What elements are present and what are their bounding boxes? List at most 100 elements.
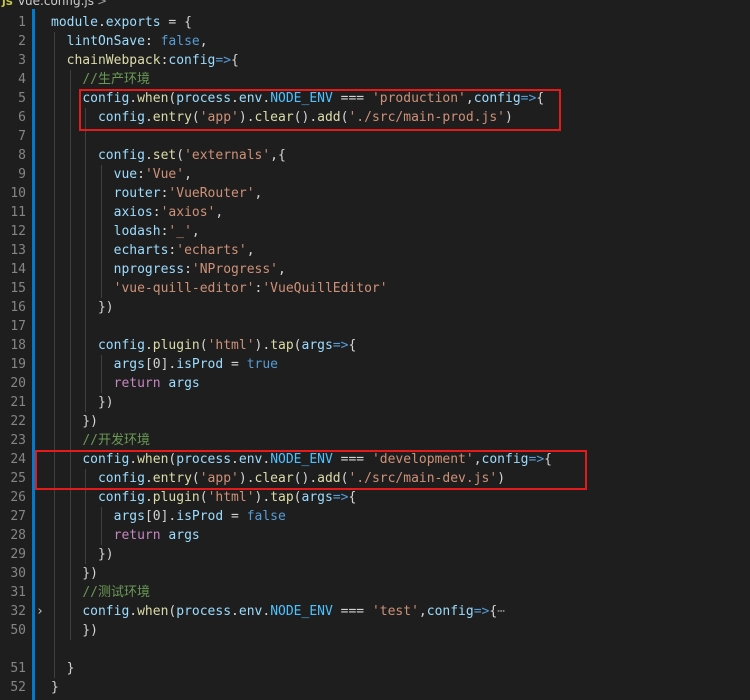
code-line[interactable]: 1 module.exports = { bbox=[0, 13, 750, 32]
line-code: chainWebpack:config=>{ bbox=[51, 51, 239, 70]
code-line[interactable]: 28 return args bbox=[0, 526, 750, 545]
code-line[interactable]: 27 args[0].isProd = false bbox=[0, 507, 750, 526]
line-number: 17 bbox=[10, 319, 26, 334]
code-token: process bbox=[176, 604, 232, 619]
code-token: return bbox=[113, 528, 161, 543]
code-token: : bbox=[184, 262, 192, 277]
code-token: when bbox=[137, 91, 169, 106]
code-token: = bbox=[223, 509, 247, 524]
line-number: 32 bbox=[10, 604, 26, 619]
tab-filename: vue.config.js bbox=[17, 0, 94, 8]
code-token: args bbox=[301, 490, 333, 505]
code-token: { bbox=[536, 91, 545, 106]
line-code: config.when(process.env.NODE_ENV === 'de… bbox=[51, 450, 552, 469]
code-token: === bbox=[332, 91, 372, 106]
code-token: 'axios' bbox=[160, 205, 216, 220]
line-code: }) bbox=[51, 545, 114, 564]
code-token: . bbox=[144, 471, 153, 486]
indent-guide bbox=[54, 32, 55, 678]
code-line[interactable]: 22 }) bbox=[0, 412, 750, 431]
code-line[interactable]: 29 }) bbox=[0, 545, 750, 564]
code-line[interactable]: 5 config.when(process.env.NODE_ENV === '… bbox=[0, 89, 750, 108]
code-token: clear bbox=[254, 110, 294, 125]
code-token: 'echarts' bbox=[176, 243, 247, 258]
code-line[interactable]: 14 nprogress:'NProgress', bbox=[0, 260, 750, 279]
code-token: config bbox=[426, 604, 474, 619]
code-token: 'Vue' bbox=[144, 167, 185, 182]
code-token: add bbox=[317, 110, 341, 125]
indent-guide bbox=[100, 507, 102, 545]
code-line[interactable]: 4 //生产环境 bbox=[0, 70, 750, 89]
code-token: ( bbox=[293, 338, 302, 353]
breadcrumb-chevron-icon: > bbox=[96, 0, 108, 8]
code-line[interactable]: 12 lodash:'_', bbox=[0, 222, 750, 241]
code-token: (). bbox=[293, 471, 318, 486]
code-line[interactable]: 21 }) bbox=[0, 393, 750, 412]
code-line[interactable]: 6 config.entry('app').clear().add('./src… bbox=[0, 108, 750, 127]
code-token: . bbox=[129, 91, 138, 106]
code-token: , bbox=[199, 34, 208, 49]
code-token: ). bbox=[238, 471, 255, 486]
code-token: 'NProgress' bbox=[191, 262, 278, 277]
code-line[interactable]: 8 config.set('externals',{ bbox=[0, 146, 750, 165]
code-line[interactable]: 10 router:'VueRouter', bbox=[0, 184, 750, 203]
code-line[interactable]: 18 config.plugin('html').tap(args=>{ bbox=[0, 336, 750, 355]
code-line[interactable]: 30 }) bbox=[0, 564, 750, 583]
line-code: config.plugin('html').tap(args=>{ bbox=[51, 488, 356, 507]
code-token: ) bbox=[497, 471, 506, 486]
code-token: 'development' bbox=[371, 452, 474, 467]
code-line[interactable]: 23 //开发环境 bbox=[0, 431, 750, 450]
code-line[interactable]: 17 bbox=[0, 317, 750, 336]
code-line[interactable] bbox=[0, 640, 750, 659]
code-line[interactable]: 50 }) bbox=[0, 621, 750, 640]
code-token: chainWebpack bbox=[66, 53, 161, 68]
code-line[interactable]: 24 config.when(process.env.NODE_ENV === … bbox=[0, 450, 750, 469]
code-line[interactable]: 11 axios:'axios', bbox=[0, 203, 750, 222]
code-line[interactable]: 31 //测试环境 bbox=[0, 583, 750, 602]
fold-chevron-icon[interactable]: › bbox=[36, 602, 46, 621]
code-token: , bbox=[465, 91, 474, 106]
code-token: === bbox=[332, 452, 372, 467]
code-line[interactable]: 51 } bbox=[0, 659, 750, 678]
code-token: 'html' bbox=[207, 490, 255, 505]
code-line[interactable]: 20 return args bbox=[0, 374, 750, 393]
code-token: isProd bbox=[176, 357, 224, 372]
line-number: 28 bbox=[10, 528, 26, 543]
code-token: args bbox=[113, 357, 145, 372]
code-token: args bbox=[113, 509, 145, 524]
code-line[interactable]: 2 lintOnSave: false, bbox=[0, 32, 750, 51]
code-line[interactable]: 15 'vue-quill-editor':'VueQuillEditor' bbox=[0, 279, 750, 298]
line-number: 50 bbox=[10, 623, 26, 638]
code-line[interactable]: 16 }) bbox=[0, 298, 750, 317]
code-token: nprogress bbox=[113, 262, 185, 277]
code-token: plugin bbox=[152, 490, 200, 505]
code-line[interactable]: 3 chainWebpack:config=>{ bbox=[0, 51, 750, 70]
line-code: }) bbox=[51, 621, 98, 640]
line-number: 31 bbox=[10, 585, 26, 600]
code-line[interactable]: 9 vue:'Vue', bbox=[0, 165, 750, 184]
code-editor[interactable]: 1 module.exports = {2 lintOnSave: false, 3… bbox=[0, 9, 750, 700]
code-line[interactable]: 52} bbox=[0, 678, 750, 697]
code-token: , bbox=[473, 452, 482, 467]
line-number: 7 bbox=[18, 129, 26, 144]
code-token: ) bbox=[505, 110, 513, 125]
code-line[interactable]: 25 config.entry('app').clear().add('./sr… bbox=[0, 469, 750, 488]
editor-tab-vue-config[interactable]: JS vue.config.js > bbox=[2, 0, 107, 9]
code-line[interactable]: 26 config.plugin('html').tap(args=>{ bbox=[0, 488, 750, 507]
code-line[interactable]: 32 › config.when(process.env.NODE_ENV ===… bbox=[0, 602, 750, 621]
code-line[interactable]: 7 bbox=[0, 127, 750, 146]
code-line[interactable]: 13 echarts:'echarts', bbox=[0, 241, 750, 260]
line-number: 9 bbox=[18, 167, 26, 182]
code-token: 'externals' bbox=[184, 148, 271, 163]
code-token: //开发环境 bbox=[82, 433, 150, 448]
code-line[interactable]: 19 args[0].isProd = true bbox=[0, 355, 750, 374]
line-code: vue:'Vue', bbox=[51, 165, 192, 184]
code-token: } bbox=[51, 680, 59, 695]
line-number: 13 bbox=[10, 243, 26, 258]
line-code: }) bbox=[51, 564, 98, 583]
